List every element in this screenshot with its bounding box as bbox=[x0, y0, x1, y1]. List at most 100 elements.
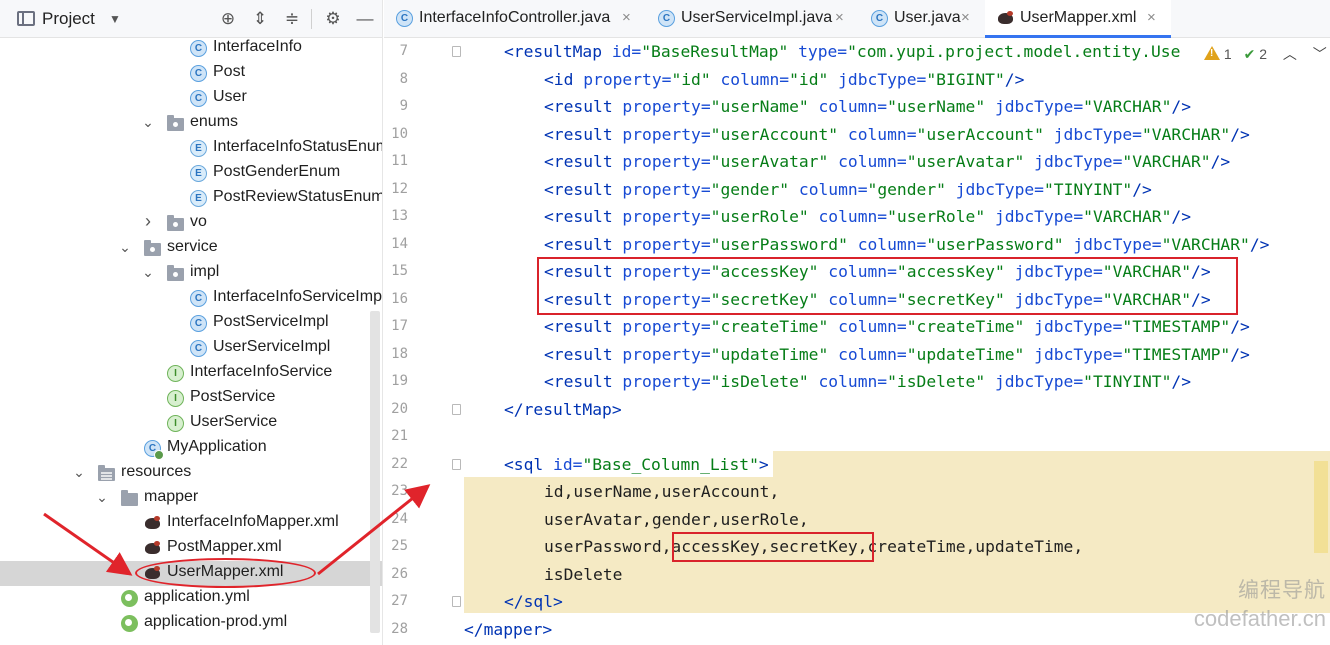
code-token: "id" bbox=[789, 69, 839, 89]
code-token: property= bbox=[622, 152, 711, 171]
code-token: </mapper> bbox=[464, 619, 553, 639]
editor-tab[interactable]: C InterfaceInfoController.java × bbox=[384, 0, 646, 38]
tree-item[interactable]: C User bbox=[0, 86, 382, 111]
chevron-down-icon[interactable]: ⌄ bbox=[72, 464, 86, 481]
code-token: id= bbox=[611, 42, 642, 61]
code-line[interactable]: <result property="userPassword" column="… bbox=[544, 231, 1269, 258]
code-line[interactable]: <sql id="Base_Column_List"> bbox=[504, 451, 769, 478]
annotation-box-sql-keys bbox=[672, 532, 874, 562]
editor-tab[interactable]: UserMapper.xml × bbox=[985, 0, 1171, 38]
code-token: isDelete bbox=[544, 564, 623, 584]
class-icon: C bbox=[871, 10, 888, 27]
code-token: "TIMESTAMP" bbox=[1122, 317, 1231, 336]
tree-item[interactable]: E InterfaceInfoStatusEnum bbox=[0, 136, 382, 161]
code-token: column= bbox=[798, 179, 868, 199]
tree-item[interactable]: ⌄ impl bbox=[0, 261, 382, 286]
tree-item[interactable]: InterfaceInfoMapper.xml bbox=[0, 511, 382, 536]
target-icon[interactable]: ⊕ bbox=[217, 8, 239, 30]
code-token: "gender" bbox=[867, 179, 956, 199]
warning-icon bbox=[1204, 46, 1220, 60]
tree-scrollbar[interactable] bbox=[370, 311, 380, 633]
code-token: "VARCHAR" bbox=[1141, 124, 1231, 144]
tree-item[interactable]: application.yml bbox=[0, 586, 382, 611]
tree-item[interactable]: C InterfaceInfo bbox=[0, 36, 382, 61]
code-line[interactable]: <resultMap id="BaseResultMap" type="com.… bbox=[504, 38, 1180, 65]
code-token: </sql> bbox=[504, 592, 563, 611]
folder-icon bbox=[121, 490, 138, 506]
tree-item[interactable]: C Post bbox=[0, 61, 382, 86]
code-line[interactable]: id,userName,userAccount, bbox=[544, 478, 779, 505]
code-line[interactable]: <result property="userName" column="user… bbox=[544, 93, 1191, 120]
tree-item[interactable]: C InterfaceInfoServiceImpl bbox=[0, 286, 382, 311]
code-line[interactable]: <result property="userAccount" column="u… bbox=[544, 121, 1250, 148]
fold-marker-icon[interactable] bbox=[452, 458, 461, 470]
chevron-down-icon[interactable]: ⌄ bbox=[141, 264, 155, 281]
tree-item[interactable]: › vo bbox=[0, 211, 382, 236]
code-line[interactable]: </mapper> bbox=[464, 616, 552, 643]
tree-item-label: InterfaceInfoService bbox=[190, 363, 333, 380]
close-icon[interactable]: × bbox=[1147, 9, 1156, 26]
tree-item[interactable]: application-prod.yml bbox=[0, 611, 382, 636]
editor-tab[interactable]: C User.java × bbox=[859, 0, 985, 38]
code-line[interactable]: <result property="updateTime" column="up… bbox=[544, 341, 1250, 368]
tree-item[interactable]: ⌄ enums bbox=[0, 111, 382, 136]
inspection-widget[interactable]: 1 ✔ 2 ︿ ﹀ bbox=[1204, 44, 1327, 64]
tree-item[interactable]: E PostReviewStatusEnum bbox=[0, 186, 382, 211]
code-token: property= bbox=[622, 344, 711, 364]
chevron-down-icon[interactable]: ⌄ bbox=[118, 239, 132, 256]
chevron-down-icon[interactable]: ▼ bbox=[109, 12, 121, 26]
chevron-down-icon[interactable]: ﹀ bbox=[1313, 46, 1327, 62]
close-icon[interactable]: × bbox=[622, 9, 631, 26]
code-line[interactable]: <result property="isDelete" column="isDe… bbox=[544, 368, 1191, 395]
code-token: <id bbox=[544, 69, 584, 89]
tree-item[interactable]: E PostGenderEnum bbox=[0, 161, 382, 186]
code-line[interactable]: <result property="userAvatar" column="us… bbox=[544, 148, 1230, 175]
chevron-down-icon[interactable]: ⌄ bbox=[95, 489, 109, 506]
scrollbar-highlight-marker[interactable] bbox=[1314, 461, 1328, 553]
tab-label: UserMapper.xml bbox=[1020, 9, 1137, 26]
code-token: "BIGINT" bbox=[926, 69, 1005, 89]
tree-item[interactable]: C MyApplication bbox=[0, 436, 382, 461]
code-line[interactable]: userAvatar,gender,userRole, bbox=[544, 506, 809, 533]
close-icon[interactable]: × bbox=[835, 9, 844, 26]
fold-marker-icon[interactable] bbox=[452, 596, 461, 607]
expand-all-icon[interactable]: ⇕ bbox=[249, 8, 271, 30]
code-token: /> bbox=[1210, 152, 1231, 171]
tree-item[interactable]: I InterfaceInfoService bbox=[0, 361, 382, 386]
code-token: /> bbox=[1230, 344, 1250, 364]
chevron-right-icon[interactable]: › bbox=[141, 211, 155, 232]
code-line[interactable]: <id property="id" column="id" jdbcType="… bbox=[544, 66, 1024, 93]
code-token: jdbcType= bbox=[1053, 124, 1142, 144]
tree-item[interactable]: PostMapper.xml bbox=[0, 536, 382, 561]
project-panel-title[interactable]: Project bbox=[42, 9, 95, 29]
code-token: column= bbox=[857, 234, 927, 254]
tree-item[interactable]: I PostService bbox=[0, 386, 382, 411]
code-token: <result bbox=[544, 234, 623, 254]
editor-tab[interactable]: C UserServiceImpl.java × bbox=[646, 0, 859, 38]
minimize-icon[interactable]: — bbox=[354, 8, 376, 30]
tree-item[interactable]: ⌄ resources bbox=[0, 461, 382, 486]
tree-item[interactable]: C UserServiceImpl bbox=[0, 336, 382, 361]
code-line[interactable]: <result property="userRole" column="user… bbox=[544, 203, 1191, 230]
collapse-all-icon[interactable]: ≑ bbox=[281, 8, 303, 30]
chevron-down-icon[interactable]: ⌄ bbox=[141, 114, 155, 131]
line-number: 25 bbox=[391, 538, 408, 554]
code-line[interactable]: isDelete bbox=[544, 561, 622, 588]
code-token: "VARCHAR" bbox=[1083, 97, 1172, 116]
tree-item[interactable]: ⌄ mapper bbox=[0, 486, 382, 511]
tree-item[interactable]: ⌄ service bbox=[0, 236, 382, 261]
code-line[interactable]: <result property="createTime" column="cr… bbox=[544, 313, 1250, 340]
fold-marker-icon[interactable] bbox=[452, 46, 461, 57]
code-line[interactable]: </resultMap> bbox=[504, 396, 622, 423]
chevron-up-icon[interactable]: ︿ bbox=[1283, 46, 1297, 62]
code-line[interactable]: <result property="gender" column="gender… bbox=[544, 176, 1152, 203]
code-token: "VARCHAR" bbox=[1122, 152, 1211, 171]
code-line[interactable]: </sql> bbox=[504, 588, 563, 615]
line-number: 17 bbox=[391, 318, 408, 334]
fold-marker-icon[interactable] bbox=[452, 403, 461, 415]
close-icon[interactable]: × bbox=[961, 9, 970, 26]
gear-icon[interactable]: ⚙ bbox=[322, 8, 344, 30]
tree-item[interactable]: C PostServiceImpl bbox=[0, 311, 382, 336]
tree-item[interactable]: I UserService bbox=[0, 411, 382, 436]
line-number: 27 bbox=[391, 593, 408, 609]
